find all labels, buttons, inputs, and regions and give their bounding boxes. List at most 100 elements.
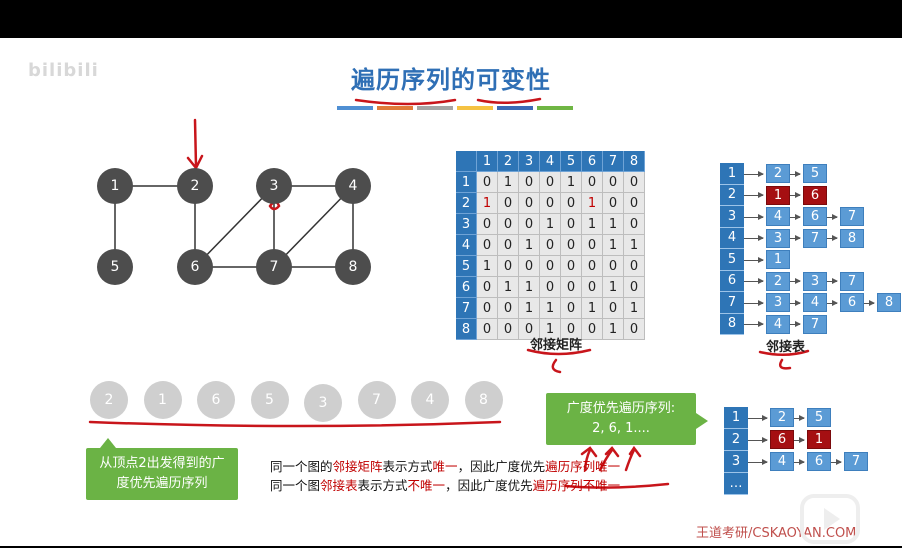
matrix-cell: 1 [519, 235, 540, 256]
callout-right-pointer [696, 413, 708, 429]
matrix-row-header: 8 [456, 319, 477, 340]
matrix-cell: 0 [603, 172, 624, 193]
adj-list-head: … [724, 473, 748, 495]
matrix-cell: 0 [582, 256, 603, 277]
sequence-node-8: 8 [464, 381, 503, 419]
matrix-col-header: 1 [477, 151, 498, 172]
adj-list-head: 5 [720, 249, 744, 271]
arrow-icon [790, 235, 801, 242]
slide: bilibili 遍历序列的可变性 12345678 1 1 2 2 3 3 4… [0, 38, 902, 546]
matrix-cell: 0 [624, 256, 645, 277]
matrix-cell: 1 [477, 256, 498, 277]
matrix-cell: 0 [624, 214, 645, 235]
adj-list-head: 3 [724, 451, 748, 473]
arrow-icon [827, 299, 838, 306]
underline-sequence [88, 420, 502, 428]
matrix-cell: 0 [582, 277, 603, 298]
adj-list-head: 2 [724, 429, 748, 451]
arrow-icon [864, 299, 875, 306]
adj-list-node: 6 [803, 207, 827, 226]
adj-list-node: 3 [766, 293, 790, 312]
adj-list-node: 5 [807, 408, 831, 427]
graph-node-3: 3 [256, 168, 292, 204]
matrix-cell: 0 [519, 214, 540, 235]
matrix-cell: 1 [519, 298, 540, 319]
matrix-cell: 0 [498, 235, 519, 256]
matrix-corner [456, 151, 477, 172]
matrix-cell: 1 [498, 172, 519, 193]
matrix-cell: 1 [477, 193, 498, 214]
adj-list-head: 1 [720, 163, 744, 185]
graph-node-4: 4 [335, 168, 371, 204]
matrix-col-header: 7 [603, 151, 624, 172]
matrix-row-header: 3 [456, 214, 477, 235]
matrix-cell: 0 [498, 193, 519, 214]
statement-1: 同一个图的邻接矩阵表示方式唯一，因此广度优先遍历序列唯一 [270, 459, 621, 474]
arrow-icon [744, 321, 764, 328]
matrix-cell: 0 [561, 214, 582, 235]
matrix-cell: 0 [519, 172, 540, 193]
adj-list-node: 3 [803, 271, 827, 291]
arrow-icon [790, 299, 801, 306]
callout-right-sequence: 2, 6, 1.... [592, 421, 650, 436]
graph-node-7: 7 [256, 249, 292, 285]
matrix-cell: 0 [540, 256, 561, 277]
adj-list-node: 4 [766, 314, 790, 334]
adj-list-node: 3 [766, 228, 790, 248]
matrix-cell: 0 [561, 235, 582, 256]
matrix-cell: 0 [624, 277, 645, 298]
adj-list-node: 7 [803, 228, 827, 248]
arrow-icon [748, 415, 768, 421]
matrix-cell: 1 [540, 298, 561, 319]
adj-list-node: 7 [840, 207, 864, 226]
matrix-cell: 0 [603, 298, 624, 319]
matrix-cell: 1 [603, 214, 624, 235]
matrix-cell: 1 [582, 298, 603, 319]
matrix-cell: 0 [624, 193, 645, 214]
arrow-icon [744, 256, 764, 263]
graph-node-1: 1 [97, 168, 133, 204]
matrix-cell: 0 [624, 319, 645, 340]
sequence-node-3: 3 [304, 384, 342, 422]
arrow-icon [790, 278, 801, 285]
adj-list-node: 8 [840, 228, 864, 248]
play-icon[interactable] [800, 494, 860, 544]
arrow-icon [827, 278, 838, 285]
matrix-cell: 0 [540, 193, 561, 214]
adj-list-node: 8 [877, 293, 901, 312]
adj-list-node: 1 [766, 250, 790, 269]
matrix-cell: 0 [582, 235, 603, 256]
arrow-icon [790, 321, 801, 328]
arrow-icon [744, 213, 764, 220]
arrow-icon [831, 459, 842, 465]
title-underline-right [476, 97, 542, 104]
matrix-cell: 0 [540, 277, 561, 298]
arrow-icon [744, 235, 764, 242]
adj-list-head: 3 [720, 206, 744, 228]
adj-list-head: 8 [720, 313, 744, 335]
matrix-row-header: 2 [456, 193, 477, 214]
matrix-row-header: 5 [456, 256, 477, 277]
adj-list-node: 4 [766, 207, 790, 226]
adj-list-node: 7 [840, 271, 864, 291]
matrix-row-header: 7 [456, 298, 477, 319]
arrow-icon [744, 278, 764, 285]
statement-2: 同一个图邻接表表示方式不唯一，因此广度优先遍历序列不唯一 [270, 478, 621, 493]
arrow-icon [827, 235, 838, 242]
matrix-cell: 0 [561, 298, 582, 319]
matrix-cell: 1 [582, 214, 603, 235]
callout-right-title: 广度优先遍历序列: [566, 401, 676, 416]
matrix-cell: 0 [477, 277, 498, 298]
matrix-cell: 0 [603, 256, 624, 277]
arrow-icon [790, 170, 801, 177]
matrix-col-header: 6 [582, 151, 603, 172]
graph-node-6: 6 [177, 249, 213, 285]
arrow-icon [748, 437, 768, 443]
callout-right: 广度优先遍历序列: 2, 6, 1.... [546, 393, 696, 445]
matrix-cell: 1 [603, 319, 624, 340]
adj-list-node: 1 [766, 185, 790, 205]
matrix-cell: 0 [477, 235, 498, 256]
adj-list-node: 4 [770, 452, 794, 471]
adj-list-head: 6 [720, 270, 744, 292]
matrix-cell: 0 [582, 172, 603, 193]
